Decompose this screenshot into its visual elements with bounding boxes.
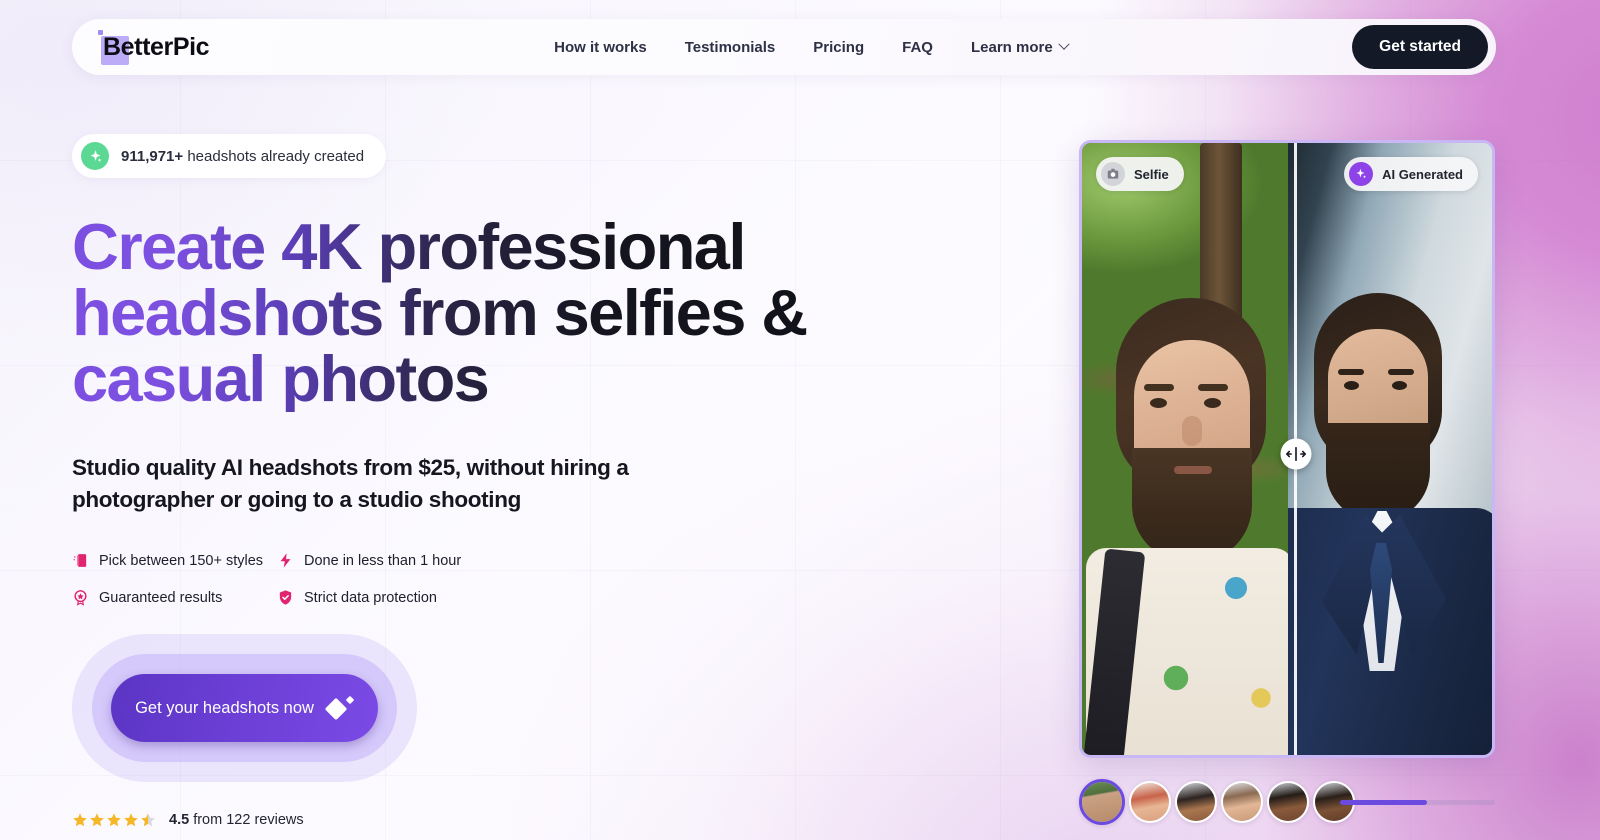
nav-item-faq[interactable]: FAQ (902, 39, 933, 56)
nav-item-learn-more[interactable]: Learn more (970, 38, 1070, 56)
sparkle-icon (1349, 162, 1374, 186)
thumbnail-3[interactable] (1175, 781, 1217, 823)
chevron-down-icon (1058, 38, 1070, 50)
thumbnail-image (1131, 783, 1169, 821)
page-title: Create 4K professional headshots from se… (72, 214, 912, 412)
selfie-person (1082, 298, 1294, 755)
sparkle-diamond-icon (324, 695, 355, 721)
selfie-brow-left (1144, 384, 1174, 391)
left-right-arrows-icon (1285, 447, 1306, 461)
before-after-compare-card[interactable]: Selfie AI Generated (1079, 140, 1495, 758)
nav-links: How it works Testimonials Pricing FAQ Le… (554, 38, 1070, 56)
get-started-button[interactable]: Get started (1352, 25, 1488, 69)
landing-page: BetterPic How it works Testimonials Pric… (0, 0, 1600, 840)
headshot-count-number: 911,971+ (121, 147, 184, 165)
hero-subheadline: Studio quality AI headshots from $25, wi… (72, 455, 629, 512)
thumbnail-image (1082, 782, 1122, 822)
carousel-progress-bar[interactable] (1340, 800, 1495, 805)
variant-thumbnail-strip (1079, 779, 1355, 825)
thumbnail-5[interactable] (1267, 781, 1309, 823)
ai-generated-badge-label: AI Generated (1382, 166, 1463, 182)
ai-generated-badge: AI Generated (1344, 157, 1478, 191)
ai-eye-left (1344, 381, 1359, 390)
cta-glow-inner: Get your headshots now (92, 654, 397, 762)
camera-icon (1101, 162, 1125, 186)
thumbnail-image (1223, 783, 1261, 821)
ai-person (1288, 293, 1492, 755)
navbar: BetterPic How it works Testimonials Pric… (72, 19, 1496, 75)
feature-label: Guaranteed results (99, 589, 223, 606)
selfie-badge: Selfie (1096, 157, 1184, 191)
feature-label: Done in less than 1 hour (304, 552, 462, 569)
star-half-icon (141, 813, 155, 827)
nav-item-pricing[interactable]: Pricing (813, 39, 864, 56)
star-icon (107, 813, 121, 827)
selfie-eye-left (1150, 398, 1167, 408)
feature-item-styles: Pick between 150+ styles (72, 552, 277, 569)
feature-list: Pick between 150+ styles Done in less th… (72, 552, 912, 606)
feature-item-privacy: Strict data protection (277, 589, 912, 606)
thumbnail-2[interactable] (1129, 781, 1171, 823)
brand-logo[interactable]: BetterPic (98, 19, 210, 75)
thumbnail-image (1269, 783, 1307, 821)
get-headshots-button[interactable]: Get your headshots now (111, 674, 378, 742)
headshot-count-suffix: headshots already created (183, 147, 365, 165)
feature-label: Pick between 150+ styles (99, 552, 264, 569)
selfie-nose (1182, 416, 1202, 446)
rating-row: 4.5 from 122 reviews (72, 812, 912, 828)
ai-generated-pane: AI Generated (1288, 143, 1492, 755)
rating-reviews: from 122 reviews (189, 812, 304, 828)
palette-icon (73, 554, 87, 567)
thumbnail-4[interactable] (1221, 781, 1263, 823)
headshot-count-text: 911,971+ headshots already created (121, 148, 364, 165)
nav-item-how-it-works[interactable]: How it works (554, 39, 647, 56)
star-icon (73, 813, 87, 827)
ai-eye-right (1392, 381, 1407, 390)
selfie-mouth (1174, 466, 1212, 474)
ai-brow-left (1338, 369, 1364, 375)
star-rating (72, 812, 156, 828)
cta-glow-outer: Get your headshots now (72, 634, 417, 782)
sparkle-icon (81, 142, 109, 170)
rating-text: 4.5 from 122 reviews (169, 812, 304, 828)
star-icon (124, 813, 138, 827)
thumbnail-image (1177, 783, 1215, 821)
selfie-pane: Selfie (1082, 143, 1294, 755)
selfie-brow-right (1198, 384, 1228, 391)
headshot-count-badge: 911,971+ headshots already created (72, 134, 387, 178)
medal-icon (74, 590, 87, 606)
nav-item-learn-more-label: Learn more (970, 38, 1053, 56)
bolt-icon (280, 553, 291, 568)
feature-item-speed: Done in less than 1 hour (277, 552, 912, 569)
thumbnail-1[interactable] (1079, 779, 1125, 825)
compare-slider-handle[interactable] (1280, 438, 1311, 470)
selfie-eye-right (1204, 398, 1221, 408)
nav-item-testimonials[interactable]: Testimonials (685, 39, 776, 56)
ai-beard (1326, 423, 1430, 521)
ai-brow-right (1388, 369, 1414, 375)
feature-item-guarantee: Guaranteed results (72, 589, 277, 606)
star-icon (90, 813, 104, 827)
rating-score: 4.5 (169, 812, 190, 828)
hero-left-column: 911,971+ headshots already created Creat… (72, 134, 912, 840)
feature-label: Strict data protection (304, 589, 437, 606)
shield-check-icon (279, 590, 292, 605)
brand-name: BetterPic (103, 32, 210, 61)
selfie-badge-label: Selfie (1134, 166, 1169, 182)
carousel-progress-fill (1340, 800, 1427, 805)
get-headshots-label: Get your headshots now (135, 698, 314, 717)
